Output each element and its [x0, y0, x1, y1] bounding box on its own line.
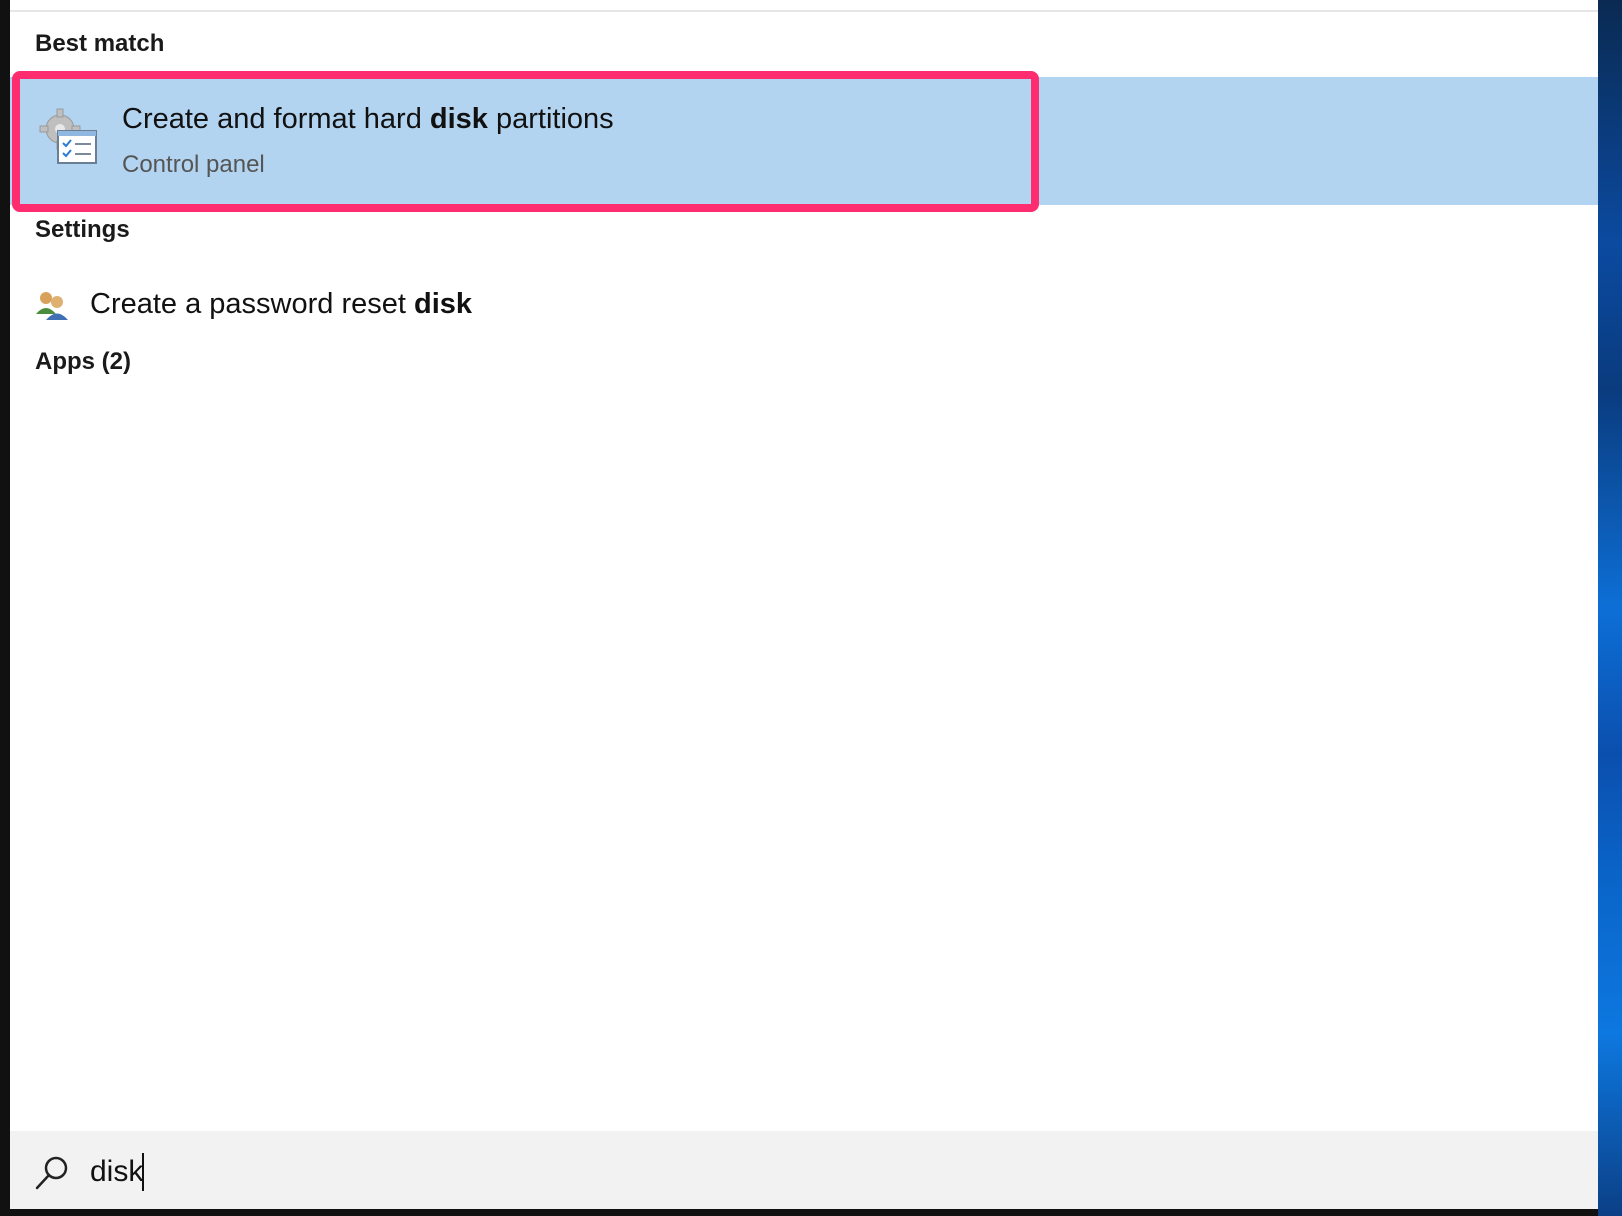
search-icon: [35, 1156, 68, 1190]
best-match-result[interactable]: Create and format hard disk partitions C…: [10, 77, 1598, 205]
section-header-best-match: Best match: [35, 30, 165, 57]
window-bottom-edge: [0, 1209, 1598, 1216]
text-caret: [142, 1153, 144, 1191]
user-accounts-icon: [36, 292, 68, 320]
search-bar[interactable]: [10, 1131, 1598, 1216]
control-panel-icon: [39, 108, 97, 164]
start-search-panel: Best match Create and format hard disk p…: [10, 0, 1598, 1216]
settings-text-bold: disk: [413, 288, 473, 320]
settings-result-password-reset-disk[interactable]: Create a password reset disk: [10, 280, 1598, 332]
section-header-apps[interactable]: Apps (2): [35, 348, 131, 376]
best-match-title-post: partitions: [487, 103, 614, 135]
window-left-edge: [0, 0, 10, 1216]
top-divider: [10, 10, 1598, 12]
best-match-subtitle: Control panel: [122, 151, 265, 178]
section-header-settings: Settings: [35, 216, 130, 243]
settings-text-pre: Create a password reset: [90, 288, 414, 320]
best-match-title-pre: Create and format hard: [122, 103, 430, 135]
best-match-title: Create and format hard disk partitions: [122, 103, 614, 136]
desktop-background: [1598, 0, 1622, 1216]
search-input[interactable]: [88, 1149, 990, 1195]
settings-result-text: Create a password reset disk: [90, 288, 472, 321]
best-match-title-bold: disk: [429, 103, 488, 135]
